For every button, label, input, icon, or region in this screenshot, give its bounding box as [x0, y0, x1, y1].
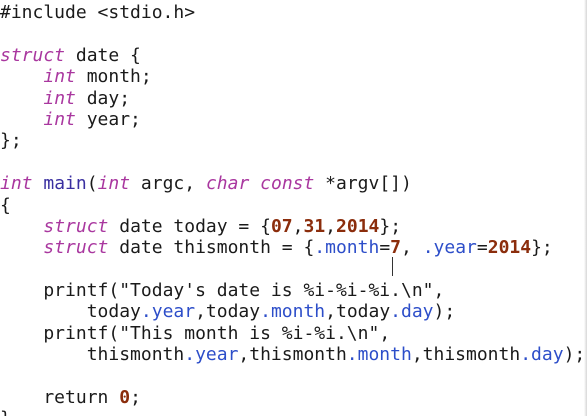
keyword-token: const [260, 173, 315, 195]
code-text-token: , [379, 322, 391, 344]
member-access-token: .year [422, 237, 477, 259]
code-text-token: }; [379, 215, 402, 237]
code-line: ​ [0, 152, 585, 173]
number-literal-token: 07 [270, 215, 293, 237]
code-text-token: year; [75, 108, 141, 130]
code-text-token: , [433, 280, 445, 302]
code-text-token: return [0, 387, 120, 409]
code-text-token: ; [130, 387, 141, 409]
number-literal-token: 2014 [336, 215, 380, 237]
code-text-token: month; [75, 66, 152, 88]
code-line: struct date { [0, 45, 585, 66]
code-line: ​ [0, 23, 585, 44]
member-access-token: .day [520, 344, 564, 366]
code-text-token: ,thismonth [238, 344, 347, 366]
code-line: ​ [0, 259, 585, 280]
code-text-token: } [0, 408, 11, 416]
code-text-token: ); [563, 344, 586, 366]
function-name-token: main [43, 173, 87, 195]
keyword-token: struct [0, 44, 66, 66]
code-line: int month; [0, 66, 585, 87]
code-line: today.year,today.month,today.day); [0, 301, 585, 322]
text-cursor [392, 257, 393, 276]
code-text-token: day; [75, 87, 131, 109]
code-text-token: , [292, 215, 304, 237]
code-text-area[interactable]: #include <stdio.h>​struct date { int mon… [0, 2, 585, 416]
code-line: thismonth.year,thismonth.month,thismonth… [0, 344, 586, 366]
code-text-token: , [401, 237, 423, 259]
number-literal-token: 31 [303, 215, 326, 237]
code-line: struct date today = {07,31,2014}; [0, 216, 585, 237]
code-text-token: { [0, 194, 11, 216]
keyword-token: struct [43, 215, 109, 237]
code-line: int year; [0, 109, 585, 130]
code-line: return 0; [0, 387, 585, 408]
code-text-token: ( [86, 173, 98, 195]
code-line: ​ [0, 366, 585, 387]
number-literal-token: 2014 [487, 237, 532, 259]
keyword-token: int [43, 108, 76, 130]
member-access-token: .month [260, 301, 326, 323]
member-access-token: .year [140, 301, 196, 323]
member-access-token: .day [390, 301, 434, 323]
number-literal-token: 7 [390, 237, 402, 259]
code-text-token: ,today [325, 301, 391, 323]
code-line: int main(int argc, char const *argv[]) [0, 173, 585, 194]
code-text-token: = [476, 237, 488, 259]
string-literal-token: "This month is %i-%i.\n" [119, 322, 380, 344]
code-text-token: printf( [0, 280, 120, 302]
code-text-token: thismonth [0, 344, 185, 366]
code-text-token: *argv[]) [314, 173, 412, 195]
code-line: printf("Today's date is %i-%i-%i.\n", [0, 280, 585, 301]
keyword-token: char [205, 173, 250, 195]
string-literal-token: "Today's date is %i-%i-%i.\n" [119, 280, 434, 302]
keyword-token: int [43, 66, 76, 88]
code-text-token: }; [0, 130, 22, 152]
code-text-token: }; [531, 237, 553, 259]
code-line: }; [0, 130, 585, 151]
keyword-token: int [43, 87, 76, 109]
keyword-token: int [97, 173, 131, 195]
code-line: int day; [0, 88, 585, 109]
code-text-token: ); [433, 301, 456, 323]
code-text-token: argc, [130, 173, 206, 195]
member-access-token: .year [184, 344, 239, 366]
code-editor[interactable]: #include <stdio.h>​struct date { int mon… [0, 0, 587, 416]
code-line: #include <stdio.h> [0, 2, 585, 23]
code-text-token: date thismonth = { [108, 237, 315, 259]
keyword-token: int [0, 173, 33, 195]
keyword-token: struct [43, 237, 109, 259]
code-text-token: today [0, 301, 141, 323]
code-text-token: , [325, 215, 337, 237]
number-literal-token: 0 [119, 387, 131, 409]
code-line: struct date thismonth = {.month=7, .year… [0, 237, 585, 258]
code-text-token: ,today [195, 301, 261, 323]
code-line: printf("This month is %i-%i.\n", [0, 323, 585, 344]
code-text-token: date today = { [108, 215, 271, 237]
code-text-token: printf( [0, 322, 120, 344]
code-text-token: date { [65, 44, 141, 66]
code-text-token: = [379, 237, 391, 259]
code-text-token: #include <stdio.h> [0, 2, 196, 23]
member-access-token: .month [314, 237, 380, 259]
code-line: } [0, 408, 585, 416]
code-text-token: ,thismonth [411, 344, 521, 366]
member-access-token: .month [346, 344, 412, 366]
code-line: { [0, 195, 585, 216]
